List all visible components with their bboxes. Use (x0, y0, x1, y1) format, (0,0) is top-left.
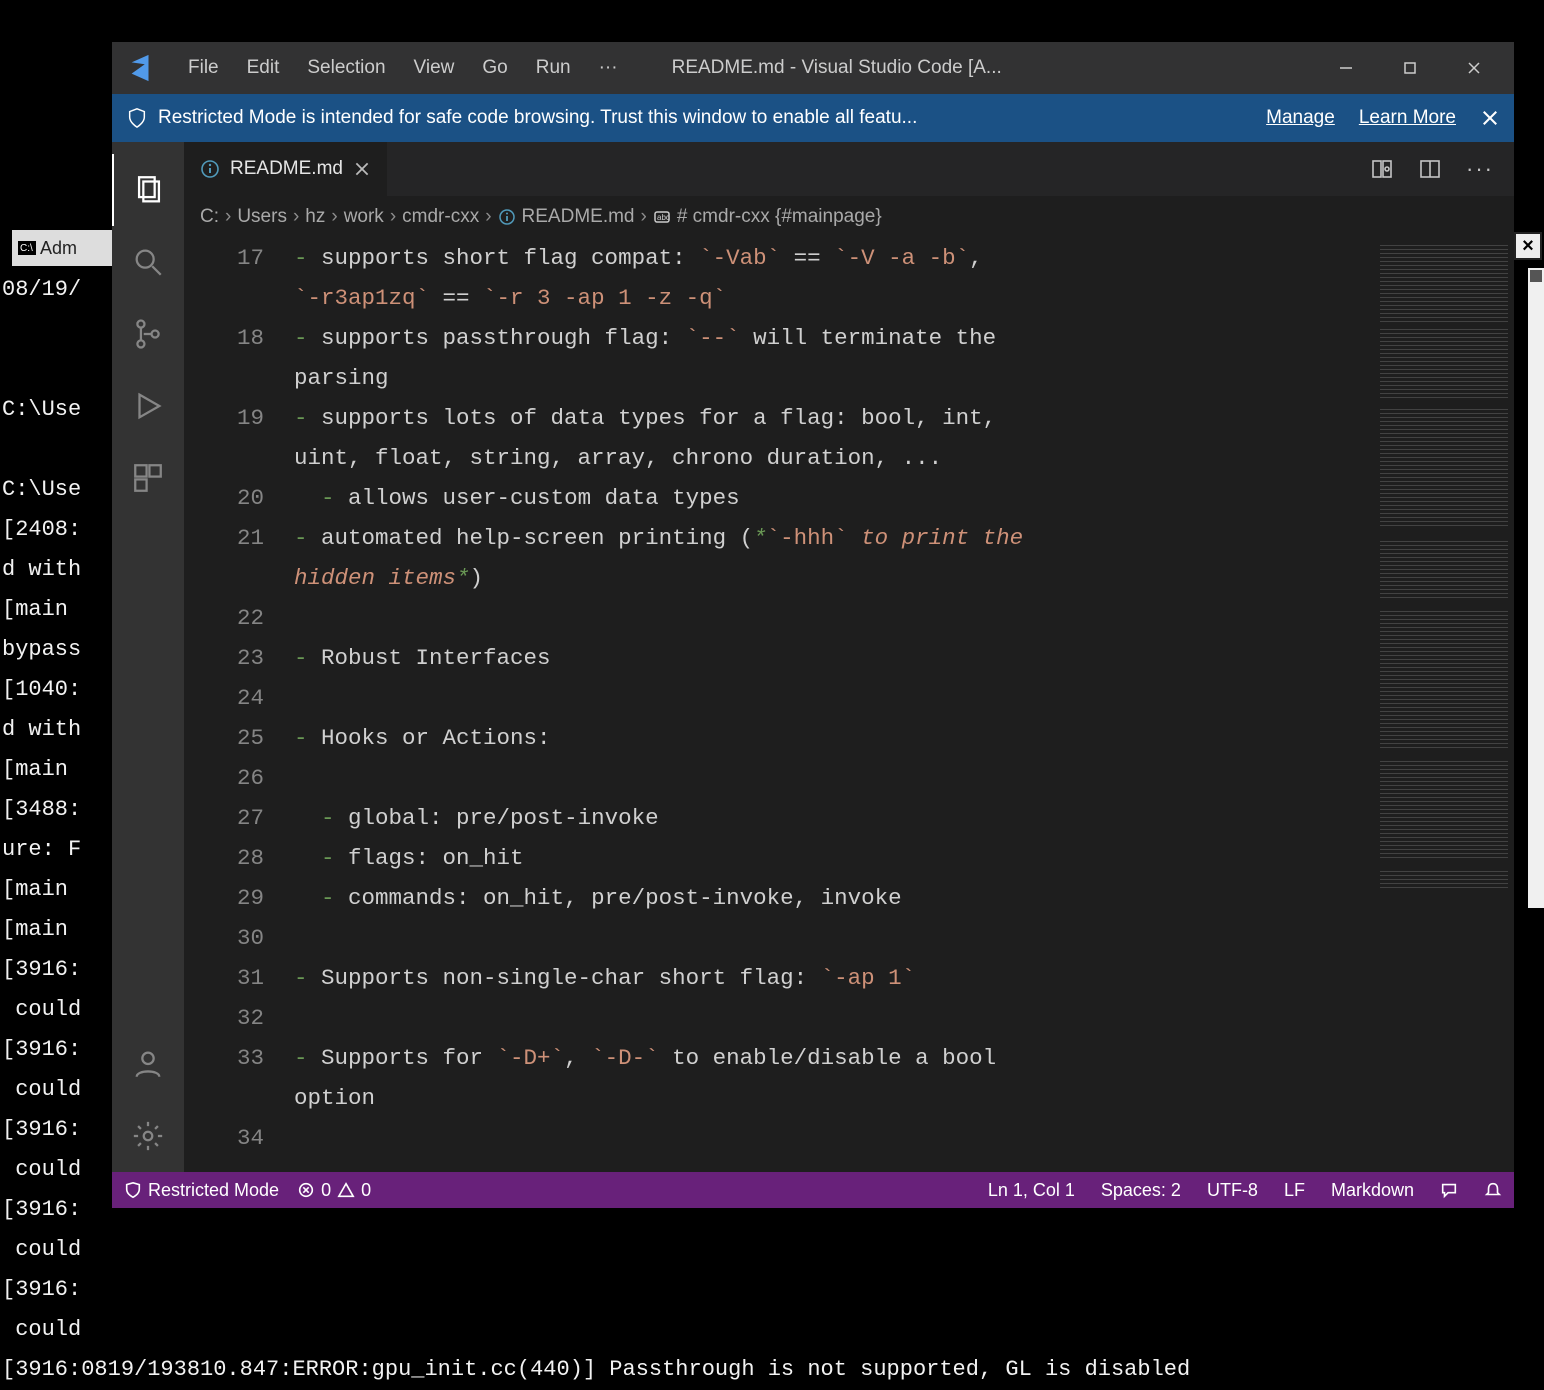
tab-more-icon[interactable]: ··· (1466, 156, 1494, 182)
minimap[interactable] (1374, 238, 1514, 1172)
status-feedback[interactable] (1440, 1181, 1458, 1199)
shield-icon (124, 1181, 142, 1199)
banner-manage-link[interactable]: Manage (1266, 107, 1335, 129)
editor-body[interactable]: 171819202122232425262728293031323334 - s… (184, 238, 1514, 1172)
banner-close-icon[interactable] (1480, 108, 1500, 128)
breadcrumb-seg[interactable]: C: (200, 206, 219, 228)
banner-message: Restricted Mode is intended for safe cod… (158, 107, 1242, 129)
svg-text:C:\: C:\ (20, 243, 33, 254)
status-encoding[interactable]: UTF-8 (1207, 1180, 1258, 1201)
activity-search[interactable] (112, 226, 184, 298)
vscode-logo-icon (126, 53, 156, 83)
breadcrumb-seg[interactable]: hz (305, 206, 325, 228)
window-title: README.md - Visual Studio Code [A... (632, 57, 1314, 79)
tab-close-icon[interactable] (353, 160, 371, 178)
menu-selection[interactable]: Selection (293, 57, 399, 79)
status-restricted-mode[interactable]: Restricted Mode (124, 1180, 279, 1201)
terminal-tab-label: Adm (40, 238, 77, 259)
open-preview-icon[interactable] (1370, 157, 1394, 181)
status-cursor-position[interactable]: Ln 1, Col 1 (988, 1180, 1075, 1201)
window-maximize-button[interactable] (1378, 42, 1442, 94)
status-indentation[interactable]: Spaces: 2 (1101, 1180, 1181, 1201)
error-icon (297, 1181, 315, 1199)
window-minimize-button[interactable] (1314, 42, 1378, 94)
breadcrumb-seg[interactable]: README.md (522, 206, 635, 228)
breadcrumb-seg[interactable]: work (344, 206, 384, 228)
info-icon (200, 159, 220, 179)
window-close-button[interactable] (1442, 42, 1506, 94)
activity-source-control[interactable] (112, 298, 184, 370)
activity-extensions[interactable] (112, 442, 184, 514)
menu-view[interactable]: View (400, 57, 469, 79)
terminal-tab: C:\ Adm (12, 230, 112, 266)
activity-manage[interactable] (112, 1100, 184, 1172)
split-editor-icon[interactable] (1418, 157, 1442, 181)
banner-learn-more-link[interactable]: Learn More (1359, 107, 1456, 129)
menu-overflow[interactable]: ··· (585, 57, 632, 79)
titlebar: File Edit Selection View Go Run ··· READ… (112, 42, 1514, 94)
line-gutter: 171819202122232425262728293031323334 (184, 238, 294, 1172)
terminal-close-button[interactable]: × (1514, 232, 1542, 260)
shield-icon (126, 107, 148, 129)
activity-explorer[interactable] (112, 154, 184, 226)
editor-tabs: README.md ··· (184, 142, 1514, 196)
svg-text:abc: abc (657, 213, 670, 222)
tab-label: README.md (230, 158, 343, 180)
feedback-icon (1440, 1181, 1458, 1199)
status-eol[interactable]: LF (1284, 1180, 1305, 1201)
menu-run[interactable]: Run (522, 57, 585, 79)
breadcrumb-seg[interactable]: cmdr-cxx (402, 206, 479, 228)
menu-file[interactable]: File (174, 57, 233, 79)
menu-edit[interactable]: Edit (233, 57, 294, 79)
code-content[interactable]: - supports short flag compat: `-Vab` == … (294, 238, 1374, 1172)
breadcrumb-seg[interactable]: Users (237, 206, 287, 228)
status-language[interactable]: Markdown (1331, 1180, 1414, 1201)
activity-run-debug[interactable] (112, 370, 184, 442)
menu-go[interactable]: Go (468, 57, 521, 79)
status-bar: Restricted Mode 0 0 Ln 1, Col 1 Spaces: … (112, 1172, 1514, 1208)
terminal-icon: C:\ (18, 241, 36, 255)
status-problems[interactable]: 0 0 (297, 1180, 371, 1201)
breadcrumb-seg[interactable]: # cmdr-cxx {#mainpage} (677, 206, 882, 228)
warning-icon (337, 1181, 355, 1199)
tab-readme[interactable]: README.md (184, 142, 387, 196)
terminal-scroll-thumb[interactable] (1530, 270, 1542, 282)
activity-bar (112, 142, 184, 1172)
vscode-window: File Edit Selection View Go Run ··· READ… (112, 42, 1514, 1208)
restricted-mode-banner: Restricted Mode is intended for safe cod… (112, 94, 1514, 142)
terminal-scrollbar[interactable] (1528, 268, 1544, 908)
status-notifications[interactable] (1484, 1181, 1502, 1199)
info-icon (498, 208, 516, 226)
breadcrumbs[interactable]: C:› Users› hz› work› cmdr-cxx› README.md… (184, 196, 1514, 238)
activity-accounts[interactable] (112, 1028, 184, 1100)
symbol-icon: abc (653, 208, 671, 226)
tab-actions: ··· (1370, 142, 1514, 196)
bell-icon (1484, 1181, 1502, 1199)
